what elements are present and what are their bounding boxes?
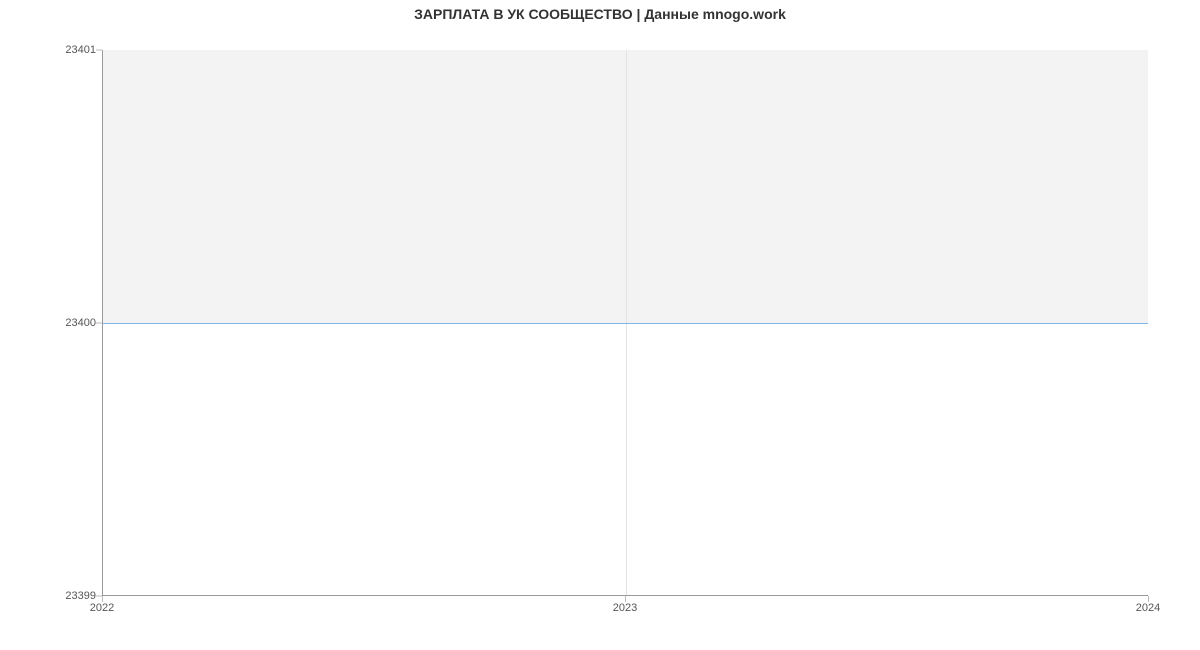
chart-title: ЗАРПЛАТА В УК СООБЩЕСТВО | Данные mnogo.…	[0, 6, 1200, 22]
x-tick-label: 2024	[1136, 602, 1160, 614]
y-tick-label: 23399	[6, 590, 96, 602]
y-tick-label: 23401	[6, 44, 96, 56]
plot-area	[102, 50, 1148, 596]
salary-chart: ЗАРПЛАТА В УК СООБЩЕСТВО | Данные mnogo.…	[0, 0, 1200, 650]
x-tick-label: 2022	[90, 602, 114, 614]
x-tick-label: 2023	[613, 602, 637, 614]
series-line	[103, 323, 1148, 324]
y-tick-label: 23400	[6, 317, 96, 329]
